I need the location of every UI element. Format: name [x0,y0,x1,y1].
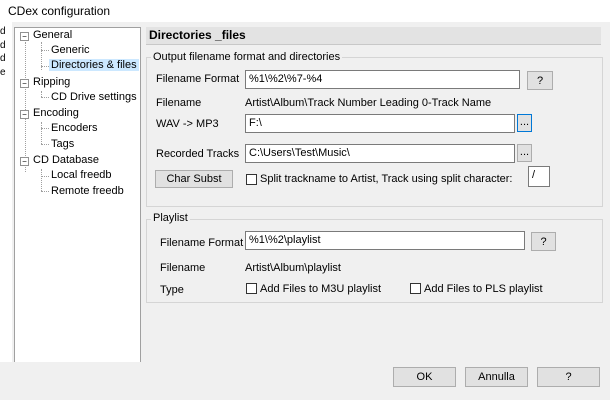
playlist-filename-format-label: Filename Format [160,237,244,249]
collapse-cd-database-icon[interactable]: − [20,157,29,166]
background-window-strip: d d d e [0,22,12,400]
filename-format-help-button[interactable]: ? [527,71,553,90]
playlist-format-help-button[interactable]: ? [531,232,556,251]
tree-root-line [25,42,26,172]
playlist-group-label: Playlist [151,212,190,224]
config-window: CDex configuration d d d e − General Gen… [0,0,610,400]
filename-label: Filename [156,97,202,109]
tree-item-ripping[interactable]: Ripping [33,76,70,88]
tree-item-local-freedb[interactable]: Local freedb [51,169,112,181]
recorded-tracks-browse-button[interactable]: ... [517,144,532,162]
split-char-input[interactable]: / [528,166,550,187]
tree-encoding-line [41,122,42,144]
tree-item-directories-files[interactable]: Directories & files [49,59,139,71]
tree-connector [41,97,49,98]
m3u-playlist-checkbox[interactable] [246,283,257,294]
cancel-button[interactable]: Annulla [465,367,528,387]
recorded-tracks-input[interactable]: C:\Users\Test\Music\ [245,144,515,163]
tree-item-cd-drive-settings[interactable]: CD Drive settings [51,91,137,103]
recorded-tracks-label: Recorded Tracks [156,148,240,160]
tree-item-remote-freedb[interactable]: Remote freedb [51,185,124,197]
tree-connector [41,66,49,67]
output-group-label: Output filename format and directories [151,51,343,63]
strip-char-3: d [0,53,6,64]
title-bar: CDex configuration [0,0,610,22]
split-trackname-label: Split trackname to Artist, Track using s… [260,173,513,185]
ok-button[interactable]: OK [393,367,456,387]
char-subst-button[interactable]: Char Subst [155,170,233,188]
strip-char-2: d [0,40,6,51]
tree-cddb-line [41,169,42,191]
help-button[interactable]: ? [537,367,600,387]
panel-title: Directories _files [149,28,246,42]
tree-item-generic[interactable]: Generic [51,44,90,56]
tree-connector [41,128,49,129]
tree-connector [41,191,49,192]
pls-playlist-label: Add Files to PLS playlist [424,283,543,295]
wav-mp3-dir-input[interactable]: F:\ [245,114,515,133]
tree-connector [41,50,49,51]
split-trackname-checkbox[interactable] [246,174,257,185]
filename-preview: Artist\Album\Track Number Leading 0-Trac… [245,97,492,109]
playlist-type-label: Type [160,284,184,296]
tree-item-tags[interactable]: Tags [51,138,74,150]
filename-format-input[interactable]: %1\%2\%7-%4 [245,70,520,89]
collapse-encoding-icon[interactable]: − [20,110,29,119]
tree-item-cd-database[interactable]: CD Database [33,154,99,166]
settings-tree[interactable]: − General Generic Directories & files − … [14,27,141,364]
collapse-ripping-icon[interactable]: − [20,79,29,88]
playlist-filename-preview: Artist\Album\playlist [245,262,341,274]
window-title: CDex configuration [8,4,111,18]
m3u-playlist-label: Add Files to M3U playlist [260,283,382,295]
strip-char-1: d [0,26,6,37]
panel-header: Directories _files [146,27,601,45]
tree-connector [41,176,49,177]
playlist-filename-format-input[interactable]: %1\%2\playlist [245,231,525,250]
tree-item-encoding[interactable]: Encoding [33,107,79,119]
strip-char-4: e [0,67,6,78]
pls-playlist-checkbox[interactable] [410,283,421,294]
wav-mp3-label: WAV -> MP3 [156,118,219,130]
tree-connector [41,144,49,145]
tree-item-encoders[interactable]: Encoders [51,122,97,134]
wav-mp3-browse-button[interactable]: ... [517,114,532,132]
playlist-filename-label: Filename [160,262,206,274]
collapse-general-icon[interactable]: − [20,32,29,41]
filename-format-label: Filename Format [156,73,240,85]
tree-item-general[interactable]: General [33,29,72,41]
